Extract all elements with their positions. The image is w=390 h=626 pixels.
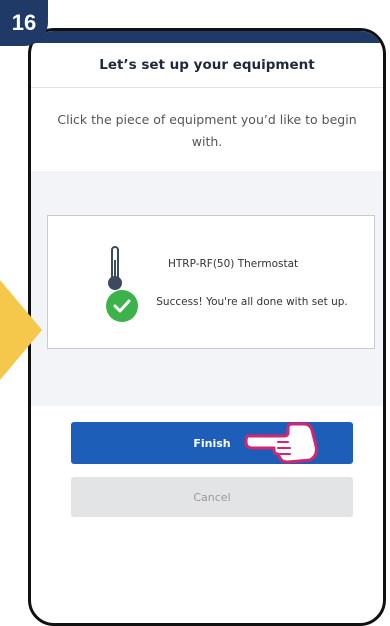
success-check-icon [106,290,138,322]
yellow-arrow-icon [0,280,42,380]
thermometer-icon [108,246,122,294]
step-badge: 16 [0,0,48,46]
equipment-name: HTRP-RF(50) Thermostat [168,258,299,270]
page-title: Let’s set up your equipment [99,57,315,73]
phone-frame: Let’s set up your equipment Click the pi… [28,28,386,626]
phone-top-bar [31,31,383,43]
equipment-card-thermostat[interactable]: HTRP-RF(50) Thermostat Success! You're a… [47,215,375,349]
pointing-hand-icon [244,418,320,470]
cancel-button[interactable]: Cancel [71,477,353,517]
success-message: Success! You're all done with set up. [156,296,348,308]
header-divider [31,87,383,88]
instruction-text: Click the piece of equipment you’d like … [57,112,357,149]
